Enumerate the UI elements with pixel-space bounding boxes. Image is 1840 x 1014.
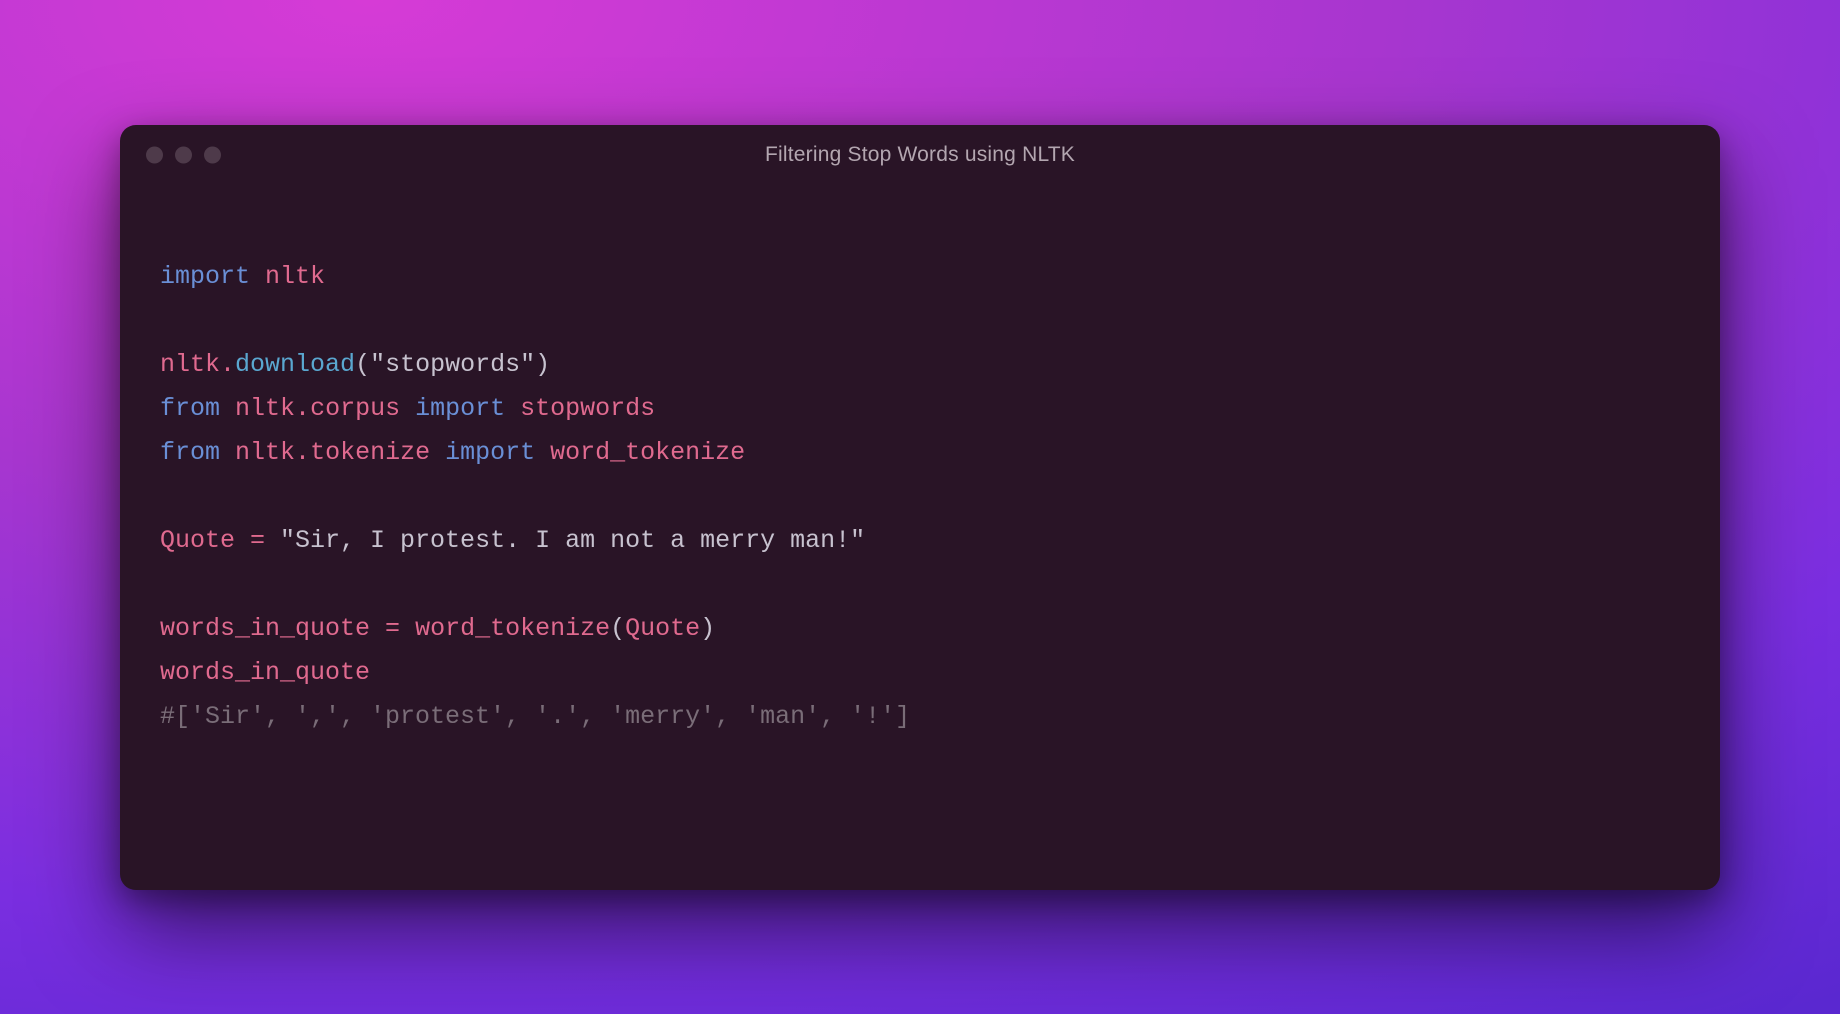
fn-word-tokenize: word_tokenize <box>415 614 610 643</box>
keyword-from: from <box>160 394 220 423</box>
module-nltk: nltk <box>160 350 220 379</box>
keyword-import: import <box>160 262 250 291</box>
line-9: words_in_quote = word_tokenize(Quote) <box>160 614 715 643</box>
lparen: ( <box>610 614 625 643</box>
eq: = <box>370 614 415 643</box>
rparen: ) <box>535 350 550 379</box>
maximize-icon[interactable] <box>204 146 221 163</box>
line-10: words_in_quote <box>160 658 370 687</box>
keyword-import: import <box>445 438 535 467</box>
line-5: from nltk.tokenize import word_tokenize <box>160 438 745 467</box>
module-nltk: nltk <box>265 262 325 291</box>
titlebar: Filtering Stop Words using NLTK <box>120 125 1720 185</box>
code-block: import nltk nltk.download("stopwords") f… <box>120 185 1720 779</box>
module-corpus: corpus <box>310 394 400 423</box>
module-tokenize: tokenize <box>310 438 430 467</box>
line-4: from nltk.corpus import stopwords <box>160 394 655 423</box>
rparen: ) <box>700 614 715 643</box>
comment-output: #['Sir', ',', 'protest', '.', 'merry', '… <box>160 702 910 731</box>
keyword-import: import <box>415 394 505 423</box>
var-words-in-quote: words_in_quote <box>160 614 370 643</box>
lparen: ( <box>355 350 370 379</box>
line-7: Quote = "Sir, I protest. I am not a merr… <box>160 526 865 555</box>
code-window: Filtering Stop Words using NLTK import n… <box>120 125 1720 890</box>
keyword-from: from <box>160 438 220 467</box>
line-11: #['Sir', ',', 'protest', '.', 'merry', '… <box>160 702 910 731</box>
var-words-in-quote: words_in_quote <box>160 658 370 687</box>
line-1: import nltk <box>160 262 325 291</box>
module-nltk: nltk <box>235 394 295 423</box>
line-3: nltk.download("stopwords") <box>160 350 550 379</box>
str-quote: "Sir, I protest. I am not a merry man!" <box>280 526 865 555</box>
name-stopwords: stopwords <box>520 394 655 423</box>
dot: . <box>220 350 235 379</box>
module-nltk: nltk <box>235 438 295 467</box>
arg-quote: Quote <box>625 614 700 643</box>
var-quote: Quote <box>160 526 235 555</box>
fn-download: download <box>235 350 355 379</box>
window-title: Filtering Stop Words using NLTK <box>120 143 1720 167</box>
dot: . <box>295 438 310 467</box>
eq: = <box>235 526 280 555</box>
str-stopwords: "stopwords" <box>370 350 535 379</box>
dot: . <box>295 394 310 423</box>
close-icon[interactable] <box>146 146 163 163</box>
name-word-tokenize: word_tokenize <box>550 438 745 467</box>
minimize-icon[interactable] <box>175 146 192 163</box>
window-controls <box>146 146 221 163</box>
